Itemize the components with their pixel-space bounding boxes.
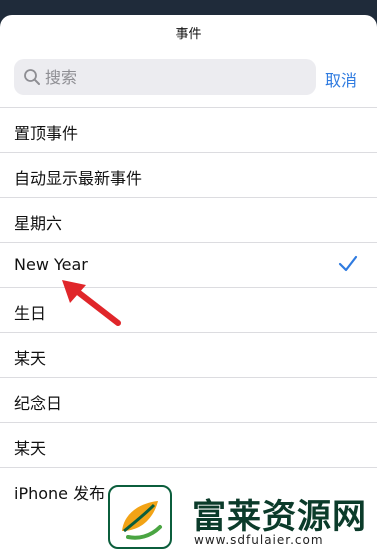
list-item-label: 星期六: [14, 214, 63, 233]
search-input[interactable]: [45, 59, 305, 95]
watermark-logo: [108, 485, 172, 549]
list-item[interactable]: 自动显示最新事件: [0, 152, 377, 197]
list-item-label: 纪念日: [14, 394, 63, 413]
search-icon: [24, 69, 40, 85]
list-item-label: 某天: [14, 439, 47, 458]
leaf-icon: [122, 501, 162, 540]
list-item[interactable]: 星期六: [0, 197, 377, 242]
list-item-label: 某天: [14, 349, 47, 368]
list-item[interactable]: 纪念日: [0, 377, 377, 422]
cancel-button[interactable]: 取消: [325, 67, 357, 91]
watermark-name: 富莱资源网: [192, 497, 367, 537]
search-row: 取消: [14, 59, 363, 95]
list-item[interactable]: 某天: [0, 332, 377, 377]
page-title: 事件: [175, 27, 202, 42]
checkmark-icon: [338, 255, 358, 272]
arrow-icon: [62, 280, 121, 326]
list-item-label: 自动显示最新事件: [14, 169, 143, 188]
list-item-label: iPhone 发布: [14, 484, 106, 503]
list-item-label: 置顶事件: [14, 124, 79, 143]
list-item[interactable]: 某天: [0, 422, 377, 467]
list-item-label: New Year: [14, 255, 88, 274]
watermark: 富莱资源网 www.sdfulaier.com: [104, 483, 377, 551]
watermark-url: www.sdfulaier.com: [194, 533, 324, 547]
list-item-label: 生日: [14, 304, 47, 323]
search-field[interactable]: [14, 59, 316, 95]
list-item[interactable]: 置顶事件: [0, 107, 377, 152]
